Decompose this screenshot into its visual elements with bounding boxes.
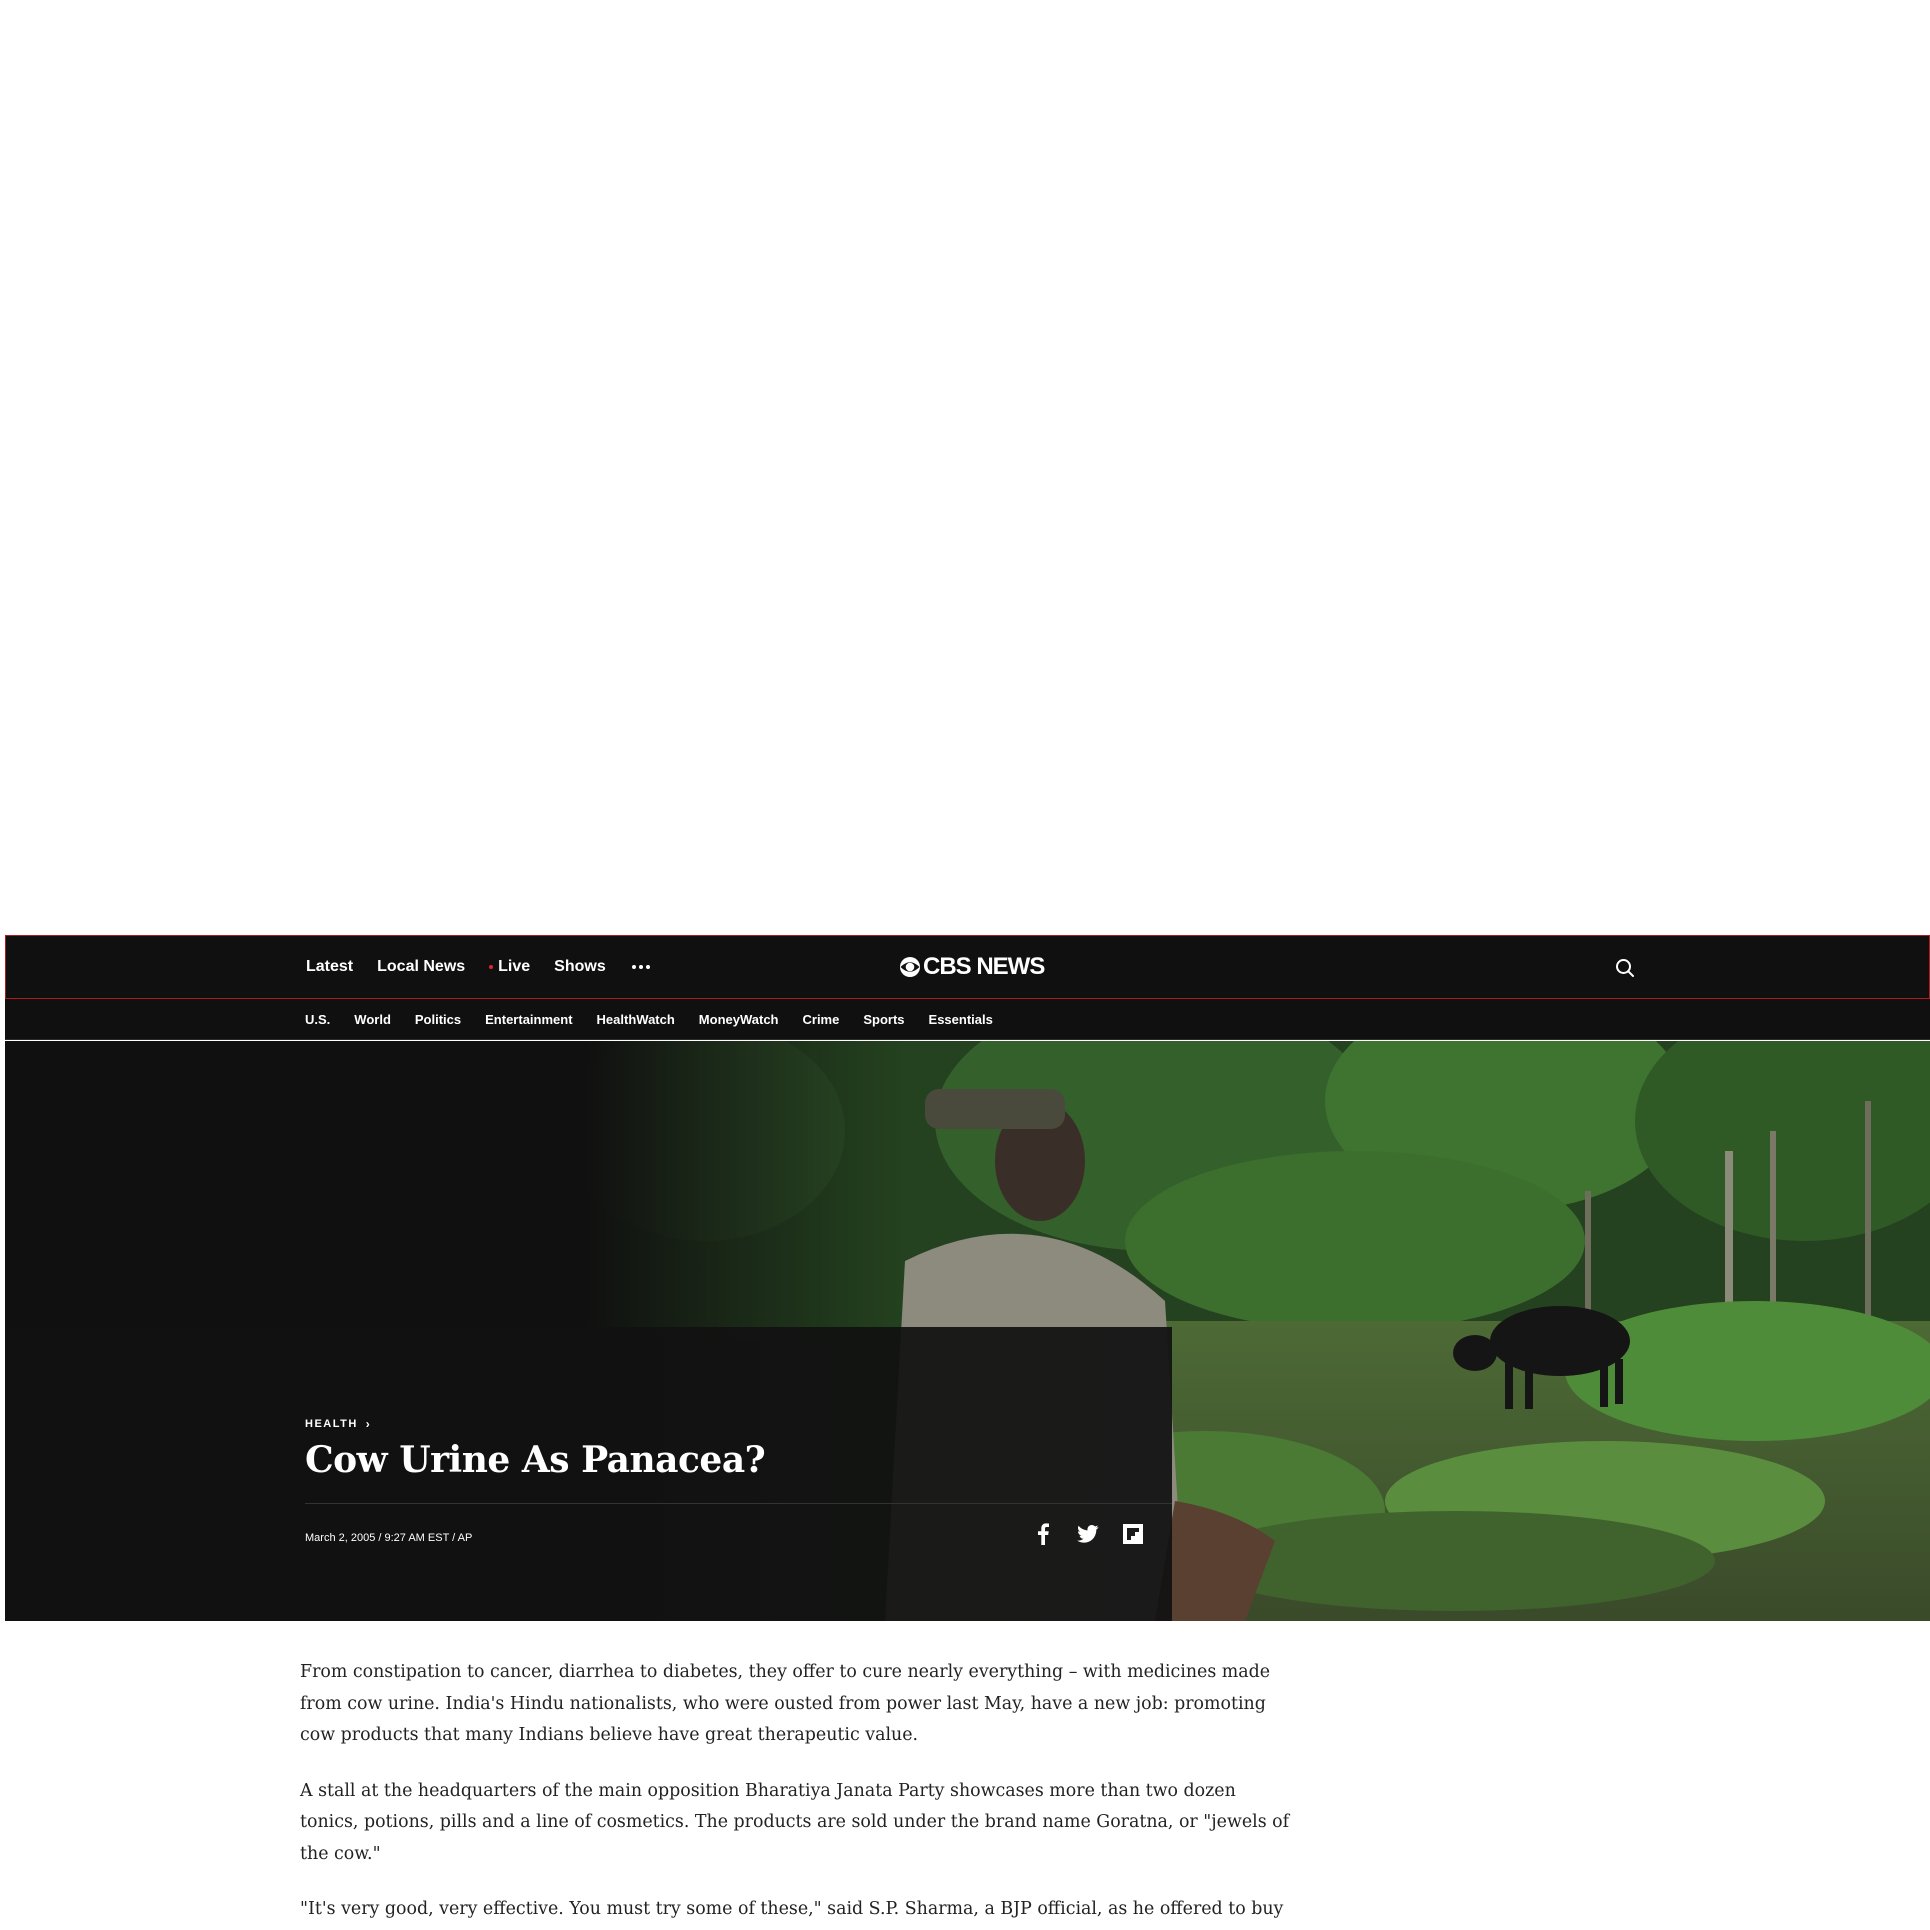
live-indicator-dot xyxy=(489,965,494,969)
section-link-healthwatch[interactable]: HealthWatch xyxy=(597,1012,675,1027)
article-hero: HEALTH › Cow Urine As Panacea? March 2, … xyxy=(5,1041,1930,1621)
facebook-icon[interactable] xyxy=(1030,1521,1055,1546)
section-navigation-bar: U.S. World Politics Entertainment Health… xyxy=(5,999,1930,1040)
section-nav-links: U.S. World Politics Entertainment Health… xyxy=(305,999,1017,1039)
category-label: HEALTH xyxy=(305,1418,358,1430)
article-paragraph: From constipation to cancer, diarrhea to… xyxy=(300,1662,1271,1745)
nav-link-latest[interactable]: Latest xyxy=(306,958,353,976)
nav-link-live-label: Live xyxy=(498,958,531,975)
primary-nav-links: Latest Local News Live Shows xyxy=(306,936,676,998)
section-link-world[interactable]: World xyxy=(354,1012,391,1027)
section-link-moneywatch[interactable]: MoneyWatch xyxy=(699,1012,779,1027)
category-kicker-link[interactable]: HEALTH › xyxy=(305,1417,371,1431)
cbs-news-logo[interactable]: CBS NEWS xyxy=(899,953,1045,981)
search-icon[interactable] xyxy=(1614,957,1636,979)
flipboard-icon[interactable] xyxy=(1120,1521,1145,1546)
twitter-icon[interactable] xyxy=(1075,1521,1100,1546)
nav-link-live[interactable]: Live xyxy=(489,958,530,976)
article-headline: Cow Urine As Panacea? xyxy=(305,1439,766,1481)
article-body: From constipation to cancer, diarrhea to… xyxy=(300,1657,1300,1930)
top-navigation-bar: Latest Local News Live Shows CBS NEWS xyxy=(5,935,1930,999)
section-link-essentials[interactable]: Essentials xyxy=(929,1012,993,1027)
logo-wordmark: CBS NEWS xyxy=(923,953,1045,980)
chevron-right-icon: › xyxy=(365,1417,372,1431)
share-buttons xyxy=(1030,1521,1145,1546)
section-link-politics[interactable]: Politics xyxy=(415,1012,461,1027)
section-link-us[interactable]: U.S. xyxy=(305,1012,330,1027)
nav-link-local-news[interactable]: Local News xyxy=(377,958,465,976)
section-link-entertainment[interactable]: Entertainment xyxy=(485,1012,572,1027)
nav-link-shows[interactable]: Shows xyxy=(554,958,606,976)
section-link-crime[interactable]: Crime xyxy=(803,1012,840,1027)
article-byline: March 2, 2005 / 9:27 AM EST / AP xyxy=(305,1532,473,1544)
cbs-eye-icon xyxy=(900,957,920,977)
article-paragraph: A stall at the headquarters of the main … xyxy=(300,1780,1290,1864)
more-dots-icon[interactable] xyxy=(630,965,652,969)
hero-divider xyxy=(305,1503,1172,1504)
section-link-sports[interactable]: Sports xyxy=(863,1012,904,1027)
article-paragraph: "It's very good, very effective. You mus… xyxy=(300,1899,1284,1919)
